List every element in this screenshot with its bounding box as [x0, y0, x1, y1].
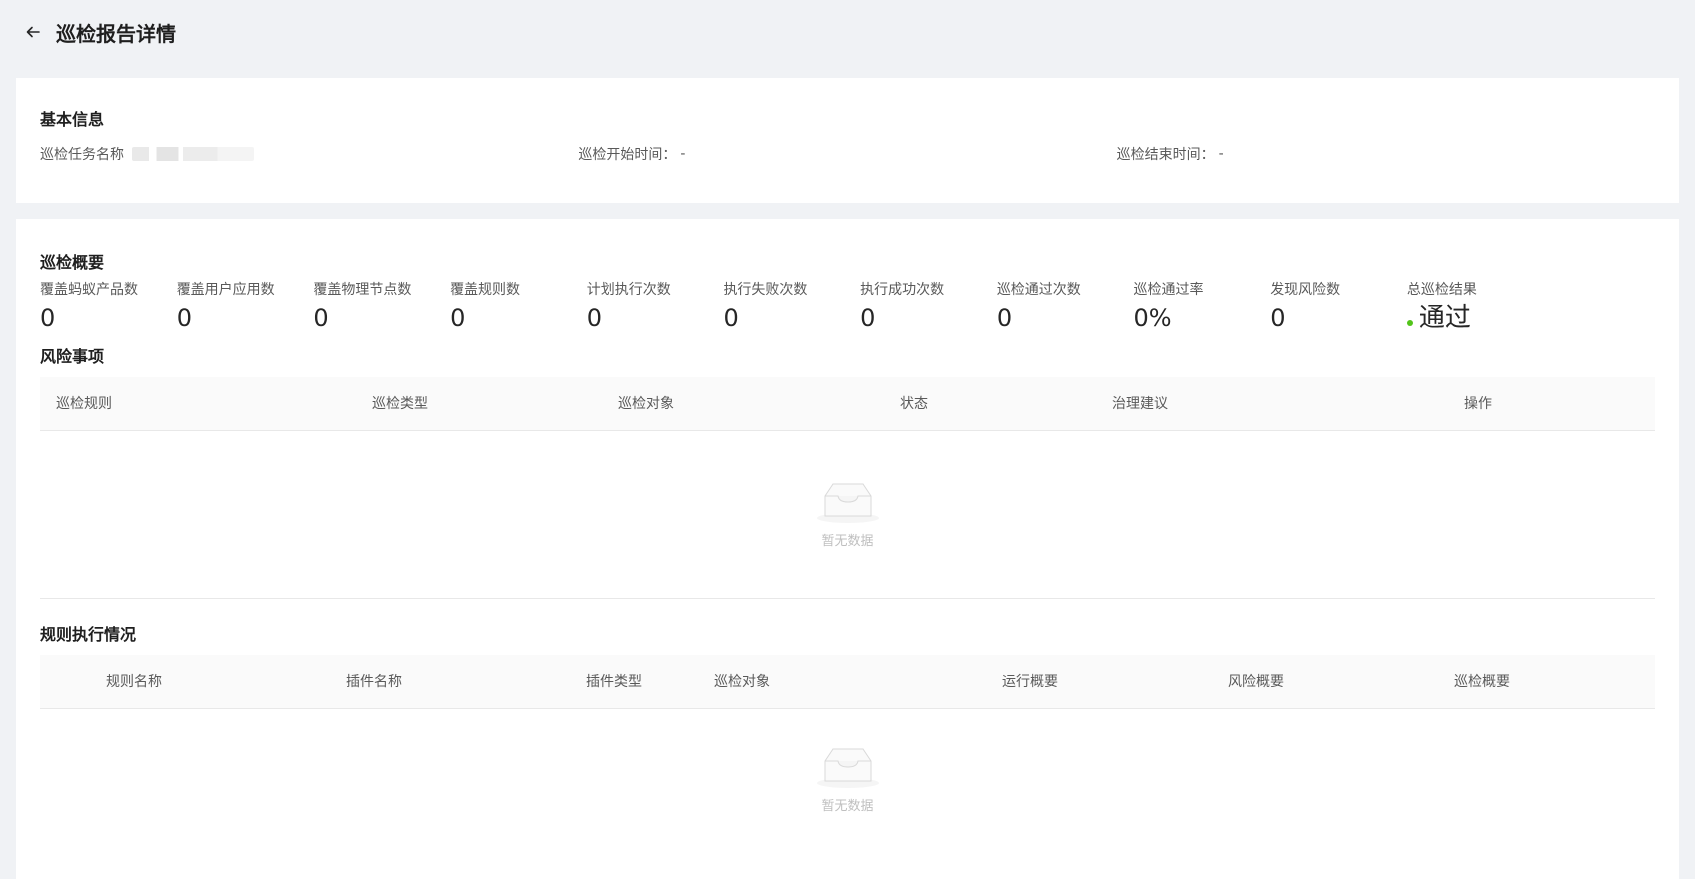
- page-header: 巡检报告详情: [0, 0, 1695, 64]
- stat-item: 执行失败次数 0: [723, 279, 860, 333]
- end-time-label: 巡检结束时间：: [1116, 147, 1215, 163]
- empty-inbox-icon: [816, 748, 879, 788]
- stat-item: 计划执行次数 0: [587, 279, 724, 333]
- stat-value: 0: [313, 304, 329, 332]
- stat-value: 0: [176, 304, 192, 332]
- column-header: 巡检对象: [618, 396, 674, 412]
- stat-label: 发现风险数: [1270, 282, 1341, 298]
- stat-label: 执行成功次数: [860, 282, 945, 298]
- start-time-field: 巡检开始时间： -: [578, 144, 1116, 164]
- rules-empty-state: 暂无数据: [40, 709, 1655, 849]
- column-header: 规则名称: [106, 674, 162, 690]
- stat-value: 0: [450, 304, 466, 332]
- stat-label: 执行失败次数: [723, 282, 808, 298]
- column-header: 运行概要: [1002, 674, 1058, 690]
- risks-empty-state: 暂无数据: [40, 431, 1655, 599]
- column-header: 插件类型: [586, 674, 642, 690]
- task-name-value-redacted: [132, 147, 254, 161]
- column-header: 巡检规则: [56, 396, 112, 412]
- stat-item: 巡检通过率 0%: [1134, 279, 1271, 333]
- main-card: 巡检概要 覆盖蚂蚁产品数 0 覆盖用户应用数 0 覆盖物理节点数 0 覆盖规则数…: [16, 219, 1679, 879]
- stat-value: 0: [723, 304, 739, 332]
- stat-value: 0: [586, 304, 603, 332]
- status-dot-icon: [1406, 320, 1413, 326]
- stat-item: 覆盖蚂蚁产品数 0: [40, 279, 177, 333]
- stat-item: 覆盖物理节点数 0: [313, 279, 450, 333]
- column-header: 巡检对象: [714, 674, 770, 690]
- basic-info-title: 基本信息: [40, 110, 105, 129]
- stat-label: 覆盖蚂蚁产品数: [40, 282, 138, 298]
- column-header: 风险概要: [1228, 674, 1284, 690]
- empty-inbox-icon: [816, 483, 879, 523]
- column-header: 操作: [1464, 396, 1492, 412]
- risks-table: 巡检规则 巡检类型 巡检对象 状态 治理建议 操作 暂无数据: [40, 377, 1655, 599]
- start-time-value: -: [680, 146, 686, 162]
- end-time-field: 巡检结束时间： -: [1117, 144, 1655, 164]
- stat-label: 巡检通过次数: [996, 282, 1081, 298]
- end-time-value: -: [1218, 146, 1224, 162]
- stat-label: 巡检通过率: [1133, 282, 1204, 298]
- stat-label: 覆盖用户应用数: [176, 282, 275, 298]
- basic-info-card: 基本信息 巡检任务名称 巡检开始时间： - 巡检结束时间： -: [16, 78, 1679, 203]
- task-name-label: 巡检任务名称: [40, 147, 124, 163]
- empty-text: 暂无数据: [821, 534, 874, 549]
- empty-text: 暂无数据: [821, 798, 874, 814]
- stat-item: 巡检通过次数 0: [997, 279, 1134, 333]
- risks-table-header: 巡检规则 巡检类型 巡检对象 状态 治理建议 操作: [40, 377, 1655, 431]
- stat-label: 计划执行次数: [586, 282, 671, 298]
- stat-item: 覆盖用户应用数 0: [177, 279, 314, 333]
- stat-item-result: 总巡检结果 通过: [1406, 279, 1544, 333]
- start-time-label: 巡检开始时间：: [578, 147, 677, 163]
- stat-label: 覆盖物理节点数: [313, 282, 412, 298]
- column-header: 巡检类型: [372, 396, 428, 412]
- result-label: 总巡检结果: [1406, 282, 1477, 298]
- overview-title: 巡检概要: [40, 253, 105, 272]
- stat-value: 0: [1270, 304, 1286, 332]
- page-title: 巡检报告详情: [56, 21, 176, 46]
- stat-value: 0: [996, 304, 1013, 332]
- column-header: 状态: [900, 396, 928, 412]
- basic-info-row: 巡检任务名称 巡检开始时间： - 巡检结束时间： -: [40, 144, 1655, 164]
- rules-table-header: 规则名称 插件名称 插件类型 巡检对象 运行概要 风险概要 巡检概要: [40, 655, 1655, 709]
- task-name-field: 巡检任务名称: [40, 144, 578, 164]
- column-header: 治理建议: [1112, 396, 1168, 412]
- stat-value: 0%: [1133, 304, 1172, 332]
- overview-stats: 覆盖蚂蚁产品数 0 覆盖用户应用数 0 覆盖物理节点数 0 覆盖规则数 0 计划…: [40, 279, 1655, 333]
- column-header: 插件名称: [346, 674, 402, 690]
- arrow-left-icon[interactable]: [22, 21, 44, 43]
- result-value: 通过: [1406, 303, 1544, 333]
- stat-label: 覆盖规则数: [450, 282, 521, 298]
- rules-title: 规则执行情况: [40, 625, 137, 644]
- result-text: 通过: [1418, 303, 1471, 333]
- stat-item: 执行成功次数 0: [860, 279, 997, 333]
- risks-title: 风险事项: [40, 347, 105, 366]
- rules-table: 规则名称 插件名称 插件类型 巡检对象 运行概要 风险概要 巡检概要 暂无数据: [40, 655, 1655, 849]
- stat-value: 0: [860, 304, 876, 332]
- column-header: 巡检概要: [1454, 674, 1510, 690]
- stat-value: 0: [40, 304, 56, 332]
- stat-item: 覆盖规则数 0: [450, 279, 587, 333]
- stat-item: 发现风险数 0: [1270, 279, 1407, 333]
